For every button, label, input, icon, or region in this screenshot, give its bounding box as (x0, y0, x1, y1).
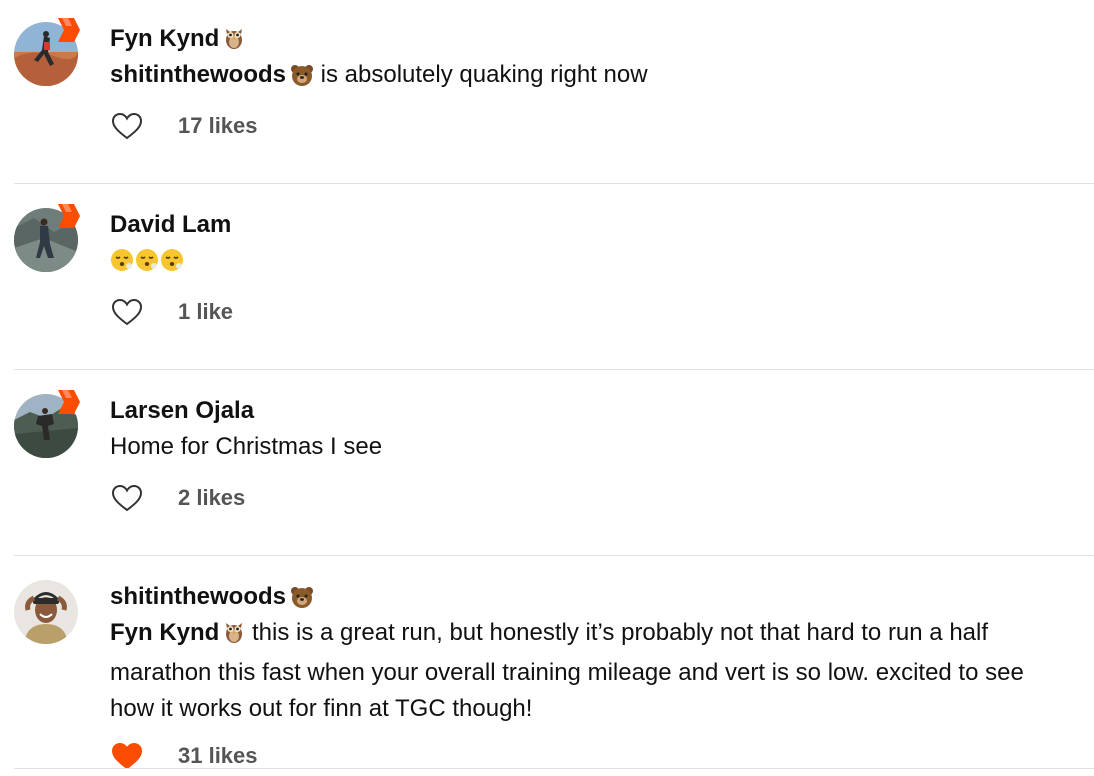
user-mention[interactable]: Fyn Kynd (110, 619, 219, 646)
heart-filled-icon[interactable] (110, 741, 144, 771)
bear-icon (290, 586, 314, 616)
divider (14, 183, 1094, 184)
comment-author[interactable]: David Lam (110, 210, 231, 240)
divider (14, 369, 1094, 370)
comment-text: Home for Christmas I see (110, 429, 1090, 465)
like-count[interactable]: 2 likes (178, 483, 245, 513)
face-exhaling-icon (135, 247, 159, 283)
heart-icon[interactable] (110, 111, 144, 141)
owl-icon (223, 26, 245, 58)
divider (14, 768, 1094, 769)
author-name: Fyn Kynd (110, 25, 220, 52)
divider (14, 555, 1094, 556)
heart-icon[interactable] (110, 297, 144, 327)
comment-text: shitinthewoods is absolutely quaking rig… (110, 57, 1090, 97)
author-name: David Lam (110, 211, 232, 238)
comment-author[interactable]: Fyn Kynd (110, 24, 245, 58)
strava-badge-icon (58, 390, 80, 414)
strava-badge-icon (58, 18, 80, 42)
comment-line: Fyn Kynd this is a great run, but honest… (110, 615, 1090, 655)
like-count[interactable]: 1 like (178, 297, 233, 327)
face-exhaling-icon (160, 247, 184, 283)
comment-author[interactable]: shitinthewoods (110, 582, 314, 616)
bear-icon (290, 61, 314, 97)
strava-badge-icon (58, 204, 80, 228)
user-mention[interactable]: shitinthewoods (110, 61, 286, 88)
like-count[interactable]: 31 likes (178, 741, 258, 771)
owl-icon (223, 619, 245, 655)
author-name: shitinthewoods (110, 583, 286, 610)
comment-author[interactable]: Larsen Ojala (110, 396, 254, 426)
comment-text (110, 243, 1090, 283)
face-exhaling-icon (110, 247, 134, 283)
author-name: Larsen Ojala (110, 397, 255, 424)
comment-line: marathon this fast when your overall tra… (110, 659, 1024, 686)
comment-body-text: this is a great run, but honestly it’s p… (245, 619, 989, 646)
heart-icon[interactable] (110, 483, 144, 513)
comment-text: Fyn Kynd this is a great run, but honest… (110, 615, 1090, 727)
avatar[interactable] (14, 580, 78, 644)
comment-line: how it works out for finn at TGC though! (110, 695, 533, 722)
like-count[interactable]: 17 likes (178, 111, 258, 141)
comment-body-text: Home for Christmas I see (110, 433, 383, 460)
comment-body-text: is absolutely quaking right now (314, 61, 648, 88)
